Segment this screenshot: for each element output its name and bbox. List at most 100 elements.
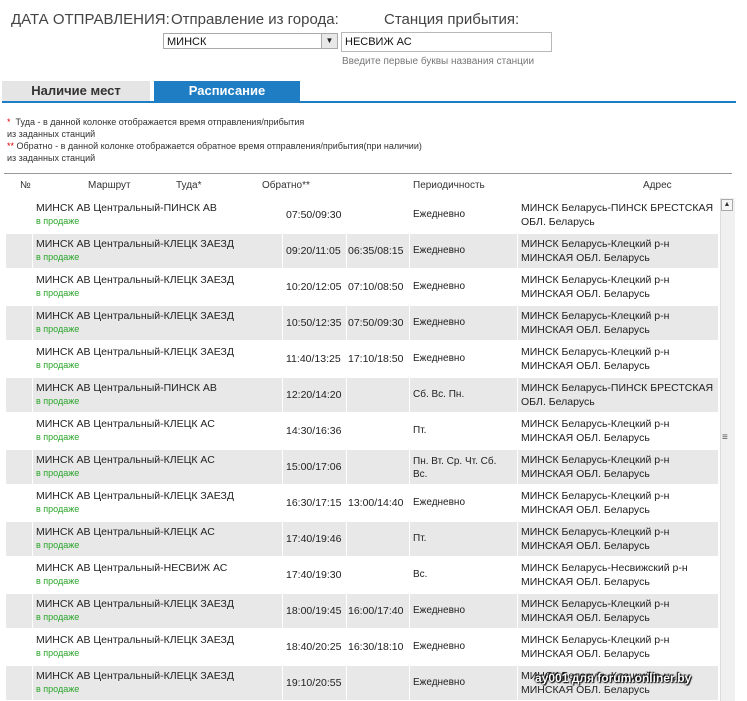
column-divider bbox=[346, 342, 347, 376]
scroll-grip-icon[interactable]: ≡ bbox=[722, 432, 728, 443]
address-line2: МИНСКАЯ ОБЛ. Беларусь bbox=[521, 648, 650, 660]
address-line1: МИНСК Беларусь-Клецкий р-н bbox=[521, 418, 670, 430]
column-divider bbox=[32, 666, 33, 700]
tab-schedule[interactable]: Расписание bbox=[154, 81, 300, 101]
address-line2: МИНСКАЯ ОБЛ. Беларусь bbox=[521, 468, 650, 480]
column-divider bbox=[282, 306, 283, 340]
col-header-route: Маршрут bbox=[88, 180, 131, 191]
column-divider bbox=[32, 306, 33, 340]
back-time: 16:30/18:10 bbox=[348, 641, 404, 653]
route-name[interactable]: МИНСК АВ Центральный-КЛЕЦК ЗАЕЗД bbox=[36, 238, 234, 250]
status-badge: в продаже bbox=[36, 252, 80, 262]
address-line1: МИНСК Беларусь-Клецкий р-н bbox=[521, 490, 670, 502]
address-line2: МИНСКАЯ ОБЛ. Беларусь bbox=[521, 612, 650, 624]
note-there-line1: Туда - в данной колонке отображается вре… bbox=[15, 117, 305, 127]
route-name[interactable]: МИНСК АВ Центральный-КЛЕЦК АС bbox=[36, 526, 215, 538]
address: МИНСК Беларусь-Клецкий р-н МИНСКАЯ ОБЛ. Б… bbox=[521, 309, 721, 337]
column-divider bbox=[32, 378, 33, 412]
address: МИНСК Беларусь-Клецкий р-н МИНСКАЯ ОБЛ. Б… bbox=[521, 453, 721, 481]
status-badge: в продаже bbox=[36, 576, 80, 586]
route-name[interactable]: МИНСК АВ Центральный-КЛЕЦК ЗАЕЗД bbox=[36, 634, 234, 646]
table-row[interactable]: МИНСК АВ Центральный-КЛЕЦК АС в продаже 17… bbox=[6, 522, 718, 556]
tab-availability[interactable]: Наличие мест bbox=[2, 81, 150, 101]
address-line1: МИНСК Беларусь-Клецкий р-н bbox=[521, 310, 670, 322]
chevron-down-icon[interactable]: ▼ bbox=[321, 34, 337, 48]
column-divider bbox=[346, 630, 347, 664]
column-divider bbox=[32, 630, 33, 664]
note-there-line2: из заданных станций bbox=[7, 129, 96, 139]
column-divider bbox=[517, 342, 518, 376]
column-divider bbox=[282, 558, 283, 592]
table-row[interactable]: МИНСК АВ Центральный-КЛЕЦК ЗАЕЗД в продаж… bbox=[6, 306, 718, 340]
route-name[interactable]: МИНСК АВ Центральный-КЛЕЦК АС bbox=[36, 454, 215, 466]
route-name[interactable]: МИНСК АВ Центральный-НЕСВИЖ АС bbox=[36, 562, 227, 574]
table-scrollbar[interactable] bbox=[720, 198, 735, 701]
column-divider bbox=[346, 666, 347, 700]
column-divider bbox=[517, 486, 518, 520]
table-row[interactable]: МИНСК АВ Центральный-ПИНСК АВ в продаже 12… bbox=[6, 378, 718, 412]
column-divider bbox=[282, 666, 283, 700]
address-line2: МИНСКАЯ ОБЛ. Беларусь bbox=[521, 288, 650, 300]
address-line1: МИНСК Беларусь-Клецкий р-н bbox=[521, 598, 670, 610]
column-divider bbox=[32, 594, 33, 628]
status-badge: в продаже bbox=[36, 540, 80, 550]
back-time: 07:50/09:30 bbox=[348, 317, 404, 329]
address: МИНСК Беларусь-Клецкий р-н МИНСКАЯ ОБЛ. Б… bbox=[521, 345, 721, 373]
address: МИНСК Беларусь-Клецкий р-н МИНСКАЯ ОБЛ. Б… bbox=[521, 237, 721, 265]
periodicity: Ежедневно bbox=[413, 677, 466, 688]
route-name[interactable]: МИНСК АВ Центральный-КЛЕЦК ЗАЕЗД bbox=[36, 670, 234, 682]
table-row[interactable]: МИНСК АВ Центральный-КЛЕЦК АС в продаже 15… bbox=[6, 450, 718, 484]
address: МИНСК Беларусь-Клецкий р-н МИНСКАЯ ОБЛ. Б… bbox=[521, 633, 721, 661]
route-name[interactable]: МИНСК АВ Центральный-ПИНСК АВ bbox=[36, 202, 217, 214]
table-row[interactable]: МИНСК АВ Центральный-КЛЕЦК ЗАЕЗД в продаж… bbox=[6, 270, 718, 304]
column-divider bbox=[282, 522, 283, 556]
arrival-station-input[interactable]: НЕСВИЖ АС bbox=[341, 32, 552, 52]
column-divider bbox=[32, 234, 33, 268]
column-divider bbox=[32, 414, 33, 448]
address: МИНСК Беларусь-Клецкий р-н МИНСКАЯ ОБЛ. Б… bbox=[521, 273, 721, 301]
back-time: 16:00/17:40 bbox=[348, 605, 404, 617]
col-header-address: Адрес bbox=[643, 180, 672, 191]
column-divider bbox=[32, 558, 33, 592]
route-name[interactable]: МИНСК АВ Центральный-КЛЕЦК ЗАЕЗД bbox=[36, 598, 234, 610]
column-divider bbox=[346, 414, 347, 448]
from-city-select[interactable]: МИНСК ▼ bbox=[163, 33, 338, 49]
column-divider bbox=[32, 522, 33, 556]
route-name[interactable]: МИНСК АВ Центральный-КЛЕЦК АС bbox=[36, 418, 215, 430]
periodicity: Ежедневно bbox=[413, 353, 466, 364]
column-divider bbox=[346, 234, 347, 268]
back-time: 07:10/08:50 bbox=[348, 281, 404, 293]
table-row[interactable]: МИНСК АВ Центральный-НЕСВИЖ АС в продаже 1… bbox=[6, 558, 718, 592]
address-line1: МИНСК Беларусь-Несвижский р-н bbox=[521, 562, 688, 574]
status-badge: в продаже bbox=[36, 648, 80, 658]
back-time: 13:00/14:40 bbox=[348, 497, 404, 509]
column-divider bbox=[517, 270, 518, 304]
route-name[interactable]: МИНСК АВ Центральный-КЛЕЦК ЗАЕЗД bbox=[36, 310, 234, 322]
table-row[interactable]: МИНСК АВ Центральный-КЛЕЦК ЗАЕЗД в продаж… bbox=[6, 594, 718, 628]
periodicity: Ежедневно bbox=[413, 245, 466, 256]
route-name[interactable]: МИНСК АВ Центральный-ПИНСК АВ bbox=[36, 382, 217, 394]
column-divider bbox=[346, 486, 347, 520]
column-divider bbox=[282, 378, 283, 412]
status-badge: в продаже bbox=[36, 612, 80, 622]
table-row[interactable]: МИНСК АВ Центральный-КЛЕЦК ЗАЕЗД в продаж… bbox=[6, 630, 718, 664]
table-row[interactable]: МИНСК АВ Центральный-КЛЕЦК АС в продаже 14… bbox=[6, 414, 718, 448]
note-there-star: * bbox=[7, 117, 11, 127]
there-time: 12:20/14:20 bbox=[286, 389, 342, 401]
address: МИНСК Беларусь-ПИНСК БРЕСТСКАЯ ОБЛ. Белар… bbox=[521, 201, 721, 229]
status-badge: в продаже bbox=[36, 288, 80, 298]
scroll-up-icon[interactable]: ▲ bbox=[721, 199, 733, 211]
table-row[interactable]: МИНСК АВ Центральный-ПИНСК АВ в продаже 07… bbox=[6, 198, 718, 232]
column-divider bbox=[409, 486, 410, 520]
route-name[interactable]: МИНСК АВ Центральный-КЛЕЦК ЗАЕЗД bbox=[36, 346, 234, 358]
column-divider bbox=[282, 342, 283, 376]
col-header-num: № bbox=[20, 180, 31, 191]
table-row[interactable]: МИНСК АВ Центральный-КЛЕЦК ЗАЕЗД в продаж… bbox=[6, 342, 718, 376]
column-divider bbox=[517, 378, 518, 412]
route-name[interactable]: МИНСК АВ Центральный-КЛЕЦК ЗАЕЗД bbox=[36, 274, 234, 286]
table-row[interactable]: МИНСК АВ Центральный-КЛЕЦК ЗАЕЗД в продаж… bbox=[6, 234, 718, 268]
departure-date-label: ДАТА ОТПРАВЛЕНИЯ: bbox=[11, 11, 170, 28]
column-divider bbox=[346, 558, 347, 592]
table-row[interactable]: МИНСК АВ Центральный-КЛЕЦК ЗАЕЗД в продаж… bbox=[6, 486, 718, 520]
route-name[interactable]: МИНСК АВ Центральный-КЛЕЦК ЗАЕЗД bbox=[36, 490, 234, 502]
